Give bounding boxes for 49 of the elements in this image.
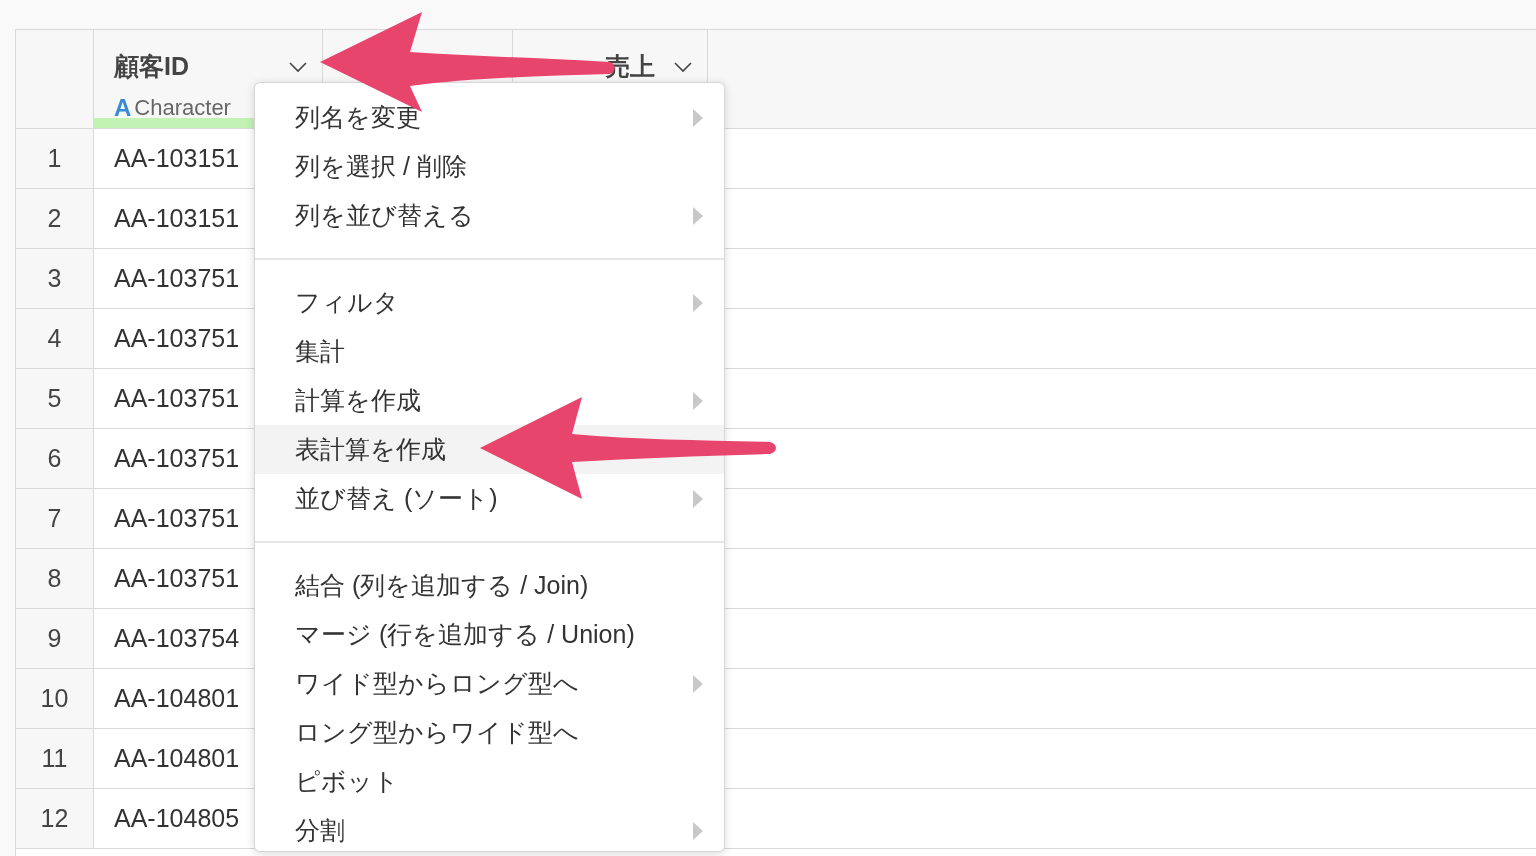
table-cell-text: AA-103751	[114, 322, 240, 354]
menu-item[interactable]: 列を並び替える	[255, 191, 724, 240]
menu-item[interactable]: 集計	[255, 327, 724, 376]
menu-item[interactable]: 分割	[255, 806, 724, 855]
table-cell-text: AA-104805	[114, 802, 240, 834]
table-cell-text: AA-104801	[114, 682, 240, 714]
row-number: 6	[47, 442, 62, 474]
menu-item[interactable]: ワイド型からロング型へ	[255, 659, 724, 708]
menu-item[interactable]: ピボット	[255, 757, 724, 806]
submenu-arrow-icon	[692, 489, 704, 508]
chevron-down-icon[interactable]	[288, 60, 308, 73]
row-number: 1	[47, 142, 62, 174]
menu-item[interactable]: フィルタ	[255, 278, 724, 327]
row-number: 12	[40, 802, 69, 834]
table-cell-text: AA-103751	[114, 562, 240, 594]
table-cell-text: AA-104801	[114, 742, 240, 774]
submenu-arrow-icon	[692, 674, 704, 693]
row-number: 3	[47, 262, 62, 294]
column-header: 顧客ID	[114, 51, 189, 82]
column-type: Character	[134, 94, 231, 122]
row-number: 11	[41, 742, 68, 774]
submenu-arrow-icon	[692, 293, 704, 312]
row-number: 5	[47, 382, 62, 414]
menu-item[interactable]: 結合 (列を追加する / Join)	[255, 561, 724, 610]
table-cell-text: AA-103754	[114, 622, 240, 654]
menu-item[interactable]: 列名を変更	[255, 93, 724, 142]
chevron-down-icon[interactable]	[673, 60, 693, 73]
row-number: 9	[47, 622, 62, 654]
table-cell-text: AA-103751	[114, 502, 240, 534]
table-cell-text: AA-103151	[114, 142, 240, 174]
menu-item[interactable]: 計算を作成	[255, 376, 724, 425]
submenu-arrow-icon	[692, 391, 704, 410]
row-number: 7	[47, 502, 62, 534]
menu-item[interactable]: ロング型からワイド型へ	[255, 708, 724, 757]
row-number: 4	[47, 322, 62, 354]
table-cell-text: AA-103151	[114, 202, 240, 234]
row-number: 2	[47, 202, 62, 234]
table-cell-text: AA-103751	[114, 382, 240, 414]
menu-item[interactable]: 列を選択 / 削除	[255, 142, 724, 191]
menu-item[interactable]: マージ (行を追加する / Union)	[255, 610, 724, 659]
row-number: 10	[40, 682, 69, 714]
type-icon: A	[114, 89, 132, 126]
submenu-arrow-icon	[692, 206, 704, 225]
submenu-arrow-icon	[692, 821, 704, 840]
table-cell-text: AA-103751	[114, 442, 240, 474]
submenu-arrow-icon	[692, 108, 704, 127]
table-cell-text: AA-103751	[114, 262, 240, 294]
menu-item[interactable]: 並び替え (ソート)	[255, 474, 724, 523]
row-number: 8	[47, 562, 62, 594]
